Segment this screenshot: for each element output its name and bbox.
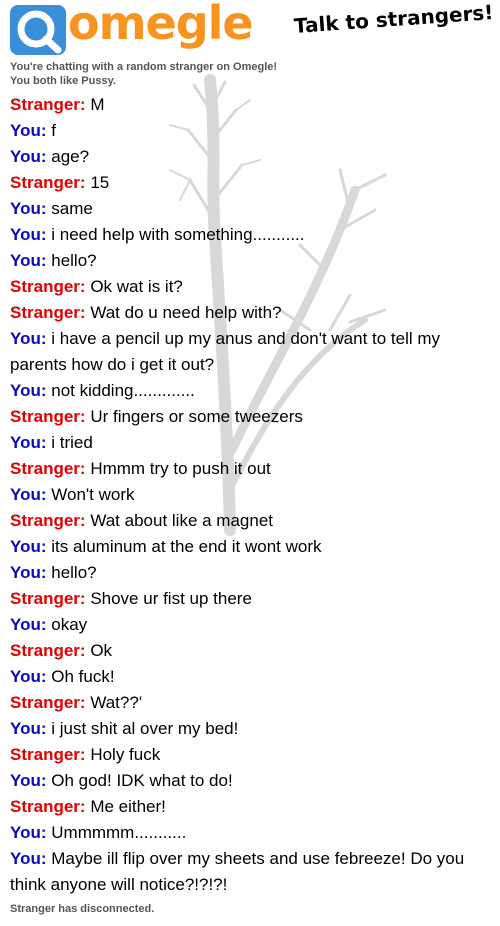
message-text: Holy fuck (90, 745, 161, 764)
chat-message-stranger: Stranger: Wat about like a magnet (10, 508, 490, 534)
chat-message-stranger: Stranger: M (10, 92, 490, 118)
message-text: Shove ur fist up there (90, 589, 252, 608)
chat-message-stranger: Stranger: Holy fuck (10, 742, 490, 768)
chat-message-stranger: Stranger: Ok wat is it? (10, 274, 490, 300)
sender-label: You: (10, 537, 47, 556)
chat-message-you: You: i tried (10, 430, 490, 456)
message-text: Ummmmm........... (51, 823, 187, 842)
sender-label: Stranger: (10, 745, 86, 764)
chat-message-you: You: i just shit al over my bed! (10, 716, 490, 742)
sender-label: Stranger: (10, 693, 86, 712)
chat-message-you: You: Maybe ill flip over my sheets and u… (10, 846, 490, 898)
message-text: i have a pencil up my anus and don't wan… (10, 329, 441, 374)
chat-message-you: You: Ummmmm........... (10, 820, 490, 846)
sender-label: You: (10, 719, 47, 738)
message-text: Wat do u need help with? (90, 303, 282, 322)
sender-label: You: (10, 329, 47, 348)
message-text: Ok (90, 641, 113, 660)
sender-label: Stranger: (10, 797, 86, 816)
sender-label: You: (10, 485, 47, 504)
message-text: not kidding............. (51, 381, 195, 400)
sender-label: You: (10, 199, 47, 218)
status-connected: You're chatting with a random stranger o… (10, 61, 278, 73)
chat-message-stranger: Stranger: Wat??' (10, 690, 490, 716)
chat-message-stranger: Stranger: Me either! (10, 794, 490, 820)
chat-message-you: You: okay (10, 612, 490, 638)
sender-label: Stranger: (10, 589, 86, 608)
status-disconnected: Stranger has disconnected. (10, 903, 155, 915)
message-text: Me either! (90, 797, 166, 816)
sender-label: Stranger: (10, 459, 86, 478)
chat-message-you: You: age? (10, 144, 490, 170)
chat-message-you: You: i need help with something.........… (10, 222, 490, 248)
chat-log: You're chatting with a random stranger o… (10, 58, 490, 918)
sender-label: Stranger: (10, 277, 86, 296)
message-text: Oh fuck! (51, 667, 115, 686)
sender-label: You: (10, 433, 47, 452)
message-text: M (90, 95, 105, 114)
chat-message-you: You: hello? (10, 248, 490, 274)
message-text: same (51, 199, 93, 218)
message-text: i tried (51, 433, 93, 452)
message-text: Hmmm try to push it out (90, 459, 271, 478)
sender-label: You: (10, 147, 47, 166)
chat-message-you: You: not kidding............. (10, 378, 490, 404)
sender-label: Stranger: (10, 95, 86, 114)
message-text: Wat about like a magnet (90, 511, 274, 530)
message-text: Maybe ill flip over my sheets and use fe… (10, 849, 465, 894)
chat-message-you: You: same (10, 196, 490, 222)
message-text: i just shit al over my bed! (51, 719, 239, 738)
message-text: Ur fingers or some tweezers (90, 407, 303, 426)
message-text: Won't work (51, 485, 135, 504)
sender-label: Stranger: (10, 173, 86, 192)
header: omegle Talk to strangers! (0, 0, 500, 58)
chat-message-stranger: Stranger: 15 (10, 170, 490, 196)
chat-message-you: You: Won't work (10, 482, 490, 508)
chat-message-you: You: hello? (10, 560, 490, 586)
sender-label: Stranger: (10, 407, 86, 426)
message-text: 15 (90, 173, 110, 192)
sender-label: You: (10, 121, 47, 140)
sender-label: Stranger: (10, 641, 86, 660)
sender-label: You: (10, 225, 47, 244)
sender-label: You: (10, 849, 47, 868)
sender-label: Stranger: (10, 303, 86, 322)
message-text: hello? (51, 251, 97, 270)
sender-label: You: (10, 615, 47, 634)
message-text: its aluminum at the end it wont work (51, 537, 322, 556)
message-list: Stranger: M You: f You: age? Stranger: 15 Yo… (10, 92, 490, 898)
message-text: Oh god! IDK what to do! (51, 771, 233, 790)
message-text: hello? (51, 563, 97, 582)
sender-label: You: (10, 563, 47, 582)
chat-message-you: You: Oh fuck! (10, 664, 490, 690)
message-text: i need help with something........... (51, 225, 305, 244)
message-text: okay (51, 615, 88, 634)
sender-label: You: (10, 667, 47, 686)
chat-message-stranger: Stranger: Ok (10, 638, 490, 664)
status-interests: You both like Pussy. (10, 75, 116, 87)
chat-message-stranger: Stranger: Ur fingers or some tweezers (10, 404, 490, 430)
chat-message-stranger: Stranger: Hmmm try to push it out (10, 456, 490, 482)
message-text: Ok wat is it? (90, 277, 183, 296)
tagline: Talk to strangers! (293, 0, 495, 38)
message-text: Wat??' (90, 693, 143, 712)
sender-label: You: (10, 251, 47, 270)
sender-label: You: (10, 771, 47, 790)
chat-message-stranger: Stranger: Shove ur fist up there (10, 586, 490, 612)
sender-label: You: (10, 823, 47, 842)
logo-text: omegle (68, 0, 254, 50)
chat-message-you: You: Oh god! IDK what to do! (10, 768, 490, 794)
sender-label: Stranger: (10, 511, 86, 530)
chat-message-you: You: f (10, 118, 490, 144)
chat-message-you: You: i have a pencil up my anus and don'… (10, 326, 490, 378)
sender-label: You: (10, 381, 47, 400)
message-text: age? (51, 147, 90, 166)
chat-message-stranger: Stranger: Wat do u need help with? (10, 300, 490, 326)
chat-message-you: You: its aluminum at the end it wont wor… (10, 534, 490, 560)
message-text: f (51, 121, 56, 140)
omegle-logo-icon (10, 5, 66, 55)
